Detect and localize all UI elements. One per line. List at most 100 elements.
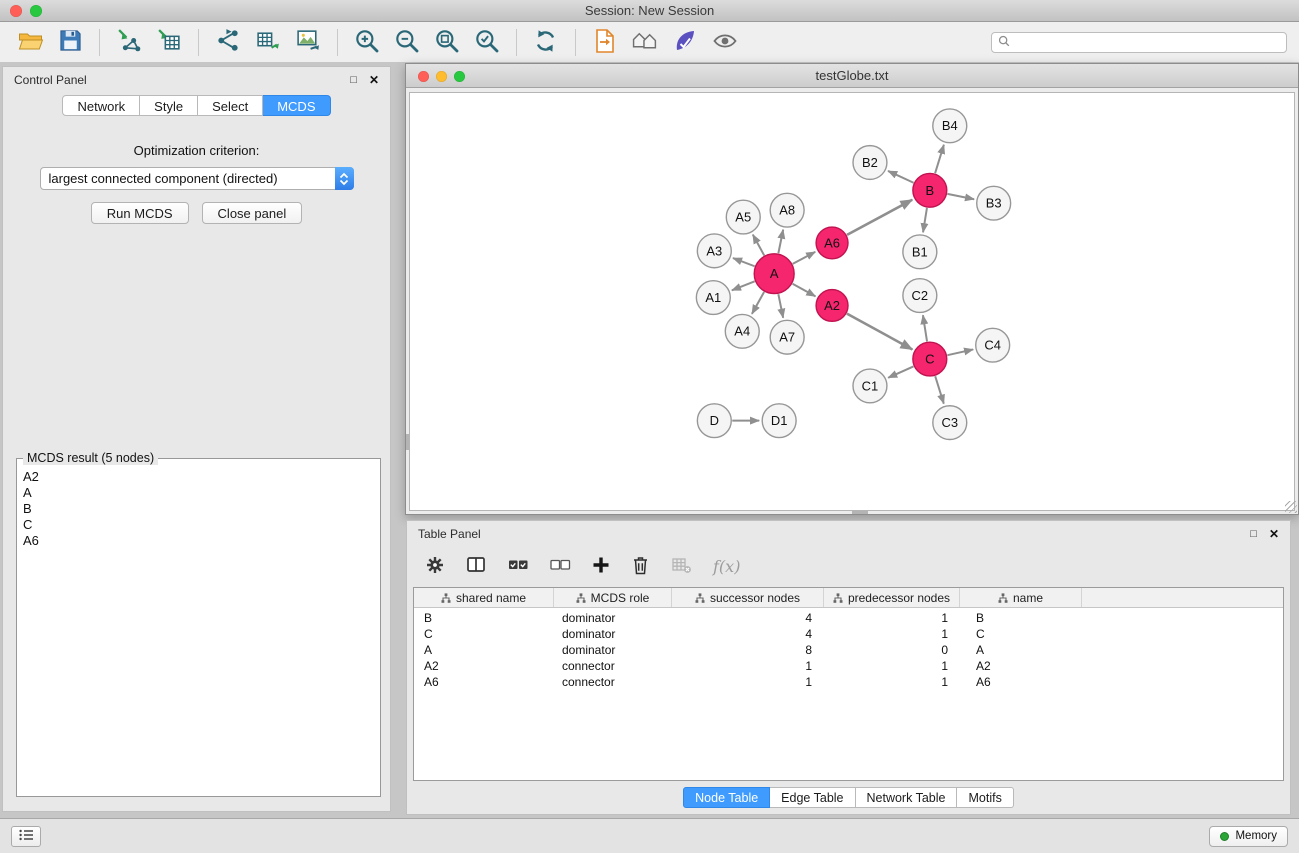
show-columns-button[interactable]	[466, 555, 487, 577]
close-table-panel-icon[interactable]: ✕	[1269, 528, 1279, 540]
graph-edge-B-B2[interactable]	[888, 171, 914, 183]
mcds-result-item[interactable]: A2	[23, 469, 374, 485]
table-row[interactable]: A6connector11A6	[414, 674, 1283, 690]
float-table-panel-icon[interactable]: □	[1250, 529, 1257, 540]
graph-node-A[interactable]: A	[754, 254, 794, 294]
graph-node-B[interactable]: B	[913, 173, 947, 207]
graph-edge-B-B4[interactable]	[935, 145, 944, 173]
graph-node-A4[interactable]: A4	[725, 314, 759, 348]
table-cell[interactable]: A2	[414, 659, 554, 673]
tab-style[interactable]: Style	[140, 95, 198, 116]
mcds-result-item[interactable]: C	[23, 517, 374, 533]
window-resize-grip[interactable]	[1285, 501, 1297, 513]
column-header-name[interactable]: name	[960, 588, 1082, 607]
table-cell[interactable]: B	[414, 611, 554, 625]
graph-node-B1[interactable]: B1	[903, 235, 937, 269]
network-window-titlebar[interactable]: testGlobe.txt	[406, 64, 1298, 88]
zoom-fit-button[interactable]	[429, 25, 465, 59]
refresh-layout-button[interactable]	[528, 25, 564, 59]
table-cell[interactable]: 1	[824, 675, 960, 689]
table-cell[interactable]: dominator	[554, 611, 672, 625]
network-canvas[interactable]: B4B2BB3A5A8A6B1A3AC2A1A2A4A7C4CC1C3DD1	[409, 92, 1295, 511]
close-panel-button[interactable]: Close panel	[202, 202, 303, 224]
graph-node-C2[interactable]: C2	[903, 279, 937, 313]
graph-edge-A-A5[interactable]	[753, 235, 764, 256]
tab-motifs[interactable]: Motifs	[957, 787, 1013, 808]
table-cell[interactable]: 4	[672, 611, 824, 625]
graph-edge-A2-C[interactable]	[847, 314, 912, 350]
mcds-result-item[interactable]: A6	[23, 533, 374, 549]
table-cell[interactable]: A	[414, 643, 554, 657]
graph-edge-A-A1[interactable]	[732, 281, 755, 290]
zoom-selected-button[interactable]	[469, 25, 505, 59]
save-session-button[interactable]	[52, 25, 88, 59]
table-cell[interactable]: A6	[414, 675, 554, 689]
eye-button[interactable]	[707, 25, 743, 59]
graph-node-D1[interactable]: D1	[762, 404, 796, 438]
graph-node-C3[interactable]: C3	[933, 406, 967, 440]
table-cell[interactable]: B	[960, 611, 1082, 625]
graph-edge-B-B1[interactable]	[923, 208, 927, 232]
zoom-network-window-button[interactable]	[454, 71, 465, 82]
table-cell[interactable]: C	[960, 627, 1082, 641]
table-row[interactable]: Adominator80A	[414, 642, 1283, 658]
import-table-button[interactable]	[151, 25, 187, 59]
float-panel-icon[interactable]: □	[350, 75, 357, 86]
show-console-button[interactable]	[11, 826, 41, 847]
open-session-button[interactable]	[12, 25, 48, 59]
column-header-successor-nodes[interactable]: successor nodes	[672, 588, 824, 607]
graph-node-D[interactable]: D	[697, 404, 731, 438]
close-network-window-button[interactable]	[418, 71, 429, 82]
table-cell[interactable]: connector	[554, 675, 672, 689]
table-cell[interactable]: 4	[672, 627, 824, 641]
column-header-MCDS-role[interactable]: MCDS role	[554, 588, 672, 607]
titlebar[interactable]: Session: New Session	[0, 0, 1299, 22]
table-cell[interactable]: A	[960, 643, 1082, 657]
table-cell[interactable]: 0	[824, 643, 960, 657]
export-image-button[interactable]	[290, 25, 326, 59]
style-brush-button[interactable]	[667, 25, 703, 59]
tab-network[interactable]: Network	[62, 95, 140, 116]
table-cell[interactable]: A2	[960, 659, 1082, 673]
column-header-predecessor-nodes[interactable]: predecessor nodes	[824, 588, 960, 607]
graph-node-A7[interactable]: A7	[770, 320, 804, 354]
table-row[interactable]: A2connector11A2	[414, 658, 1283, 674]
table-cell[interactable]: dominator	[554, 643, 672, 657]
function-builder-button[interactable]: f(x)	[713, 557, 740, 576]
graph-edge-A6-B[interactable]	[847, 200, 912, 235]
vertical-scrollbar-thumb[interactable]	[406, 434, 409, 450]
table-cell[interactable]: 1	[672, 675, 824, 689]
graph-edge-C-C1[interactable]	[888, 366, 913, 377]
graph-edge-C-C4[interactable]	[947, 349, 973, 355]
graph-edge-A-A8[interactable]	[778, 230, 783, 254]
import-network-button[interactable]	[111, 25, 147, 59]
zoom-in-button[interactable]	[349, 25, 385, 59]
close-panel-icon[interactable]: ✕	[369, 74, 379, 86]
table-cell[interactable]: connector	[554, 659, 672, 673]
graph-node-B4[interactable]: B4	[933, 109, 967, 143]
delete-column-button[interactable]	[631, 555, 650, 578]
table-cell[interactable]: A6	[960, 675, 1082, 689]
table-settings-button[interactable]	[425, 555, 445, 578]
run-mcds-button[interactable]: Run MCDS	[91, 202, 189, 224]
tab-select[interactable]: Select	[198, 95, 263, 116]
deselect-all-button[interactable]	[550, 557, 571, 576]
table-cell[interactable]: 1	[672, 659, 824, 673]
tab-network-table[interactable]: Network Table	[856, 787, 958, 808]
table-cell[interactable]: 1	[824, 659, 960, 673]
tab-node-table[interactable]: Node Table	[683, 787, 770, 808]
graph-node-B3[interactable]: B3	[977, 186, 1011, 220]
table-cell[interactable]: 8	[672, 643, 824, 657]
graph-node-A8[interactable]: A8	[770, 193, 804, 227]
document-arrow-button[interactable]	[587, 25, 623, 59]
graph-edge-A-A6[interactable]	[793, 252, 816, 264]
graph-node-A5[interactable]: A5	[726, 200, 760, 234]
table-cell[interactable]: dominator	[554, 627, 672, 641]
graph-edge-A-A7[interactable]	[778, 294, 783, 318]
graph-node-C4[interactable]: C4	[976, 328, 1010, 362]
horizontal-scrollbar-thumb[interactable]	[852, 511, 868, 514]
graph-edge-A-A2[interactable]	[793, 284, 816, 297]
graph-edge-C-C2[interactable]	[923, 315, 927, 341]
zoom-out-button[interactable]	[389, 25, 425, 59]
graph-edge-A-A3[interactable]	[733, 258, 755, 266]
